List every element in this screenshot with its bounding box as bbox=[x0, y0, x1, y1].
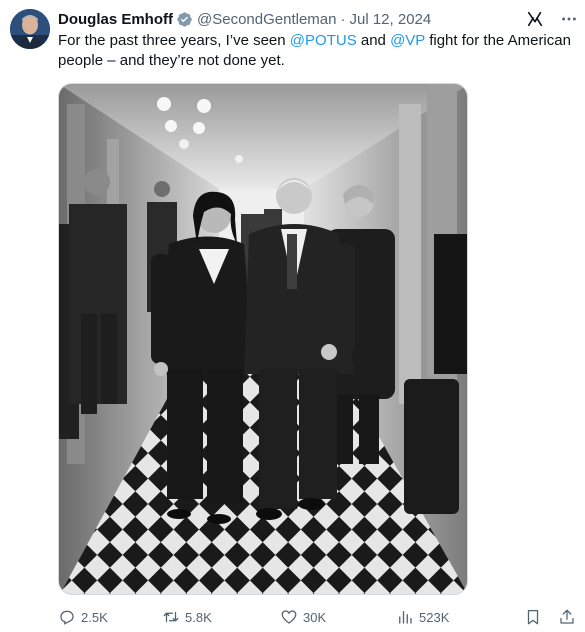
header-separator: · bbox=[340, 10, 346, 28]
author-handle[interactable]: @SecondGentleman bbox=[197, 11, 336, 28]
header-actions bbox=[525, 9, 579, 29]
heart-icon bbox=[281, 610, 297, 624]
avatar[interactable] bbox=[10, 9, 50, 49]
avatar-image bbox=[10, 9, 50, 49]
reply-count: 2.5K bbox=[81, 609, 108, 625]
views-icon bbox=[399, 611, 412, 624]
author-name[interactable]: Douglas Emhoff bbox=[58, 11, 173, 28]
tweet-header: Douglas Emhoff @SecondGentleman · Jul 12… bbox=[58, 9, 579, 29]
reply-button[interactable]: 2.5K bbox=[58, 608, 162, 626]
share-icon[interactable] bbox=[557, 607, 577, 627]
more-options-icon[interactable] bbox=[559, 9, 579, 29]
bookmark-icon[interactable] bbox=[523, 607, 543, 627]
tweet-date[interactable]: Jul 12, 2024 bbox=[349, 11, 431, 28]
views-button[interactable]: 523K bbox=[396, 608, 514, 626]
like-count: 30K bbox=[303, 609, 327, 625]
tweet-text-part: For the past three years, I’ve seen bbox=[58, 32, 290, 49]
repost-button[interactable]: 5.8K bbox=[162, 608, 280, 626]
action-bar: 2.5K 5.8K 30K 523K bbox=[58, 606, 577, 628]
repost-count: 5.8K bbox=[185, 609, 212, 625]
like-button[interactable]: 30K bbox=[280, 608, 396, 626]
photo-image bbox=[59, 84, 467, 594]
tweet-text-part: and bbox=[356, 32, 391, 49]
views-count: 523K bbox=[419, 609, 450, 625]
reply-icon bbox=[60, 610, 74, 625]
action-bar-right bbox=[523, 607, 577, 627]
tweet: Douglas Emhoff @SecondGentleman · Jul 12… bbox=[0, 0, 585, 632]
tweet-photo[interactable] bbox=[58, 83, 468, 595]
mention-vp[interactable]: @VP bbox=[390, 32, 425, 49]
mention-potus[interactable]: @POTUS bbox=[290, 32, 357, 49]
verified-badge-icon bbox=[176, 11, 193, 28]
tweet-text: For the past three years, I’ve seen @POT… bbox=[58, 31, 578, 71]
grok-icon[interactable] bbox=[525, 9, 545, 29]
repost-icon bbox=[163, 611, 179, 623]
